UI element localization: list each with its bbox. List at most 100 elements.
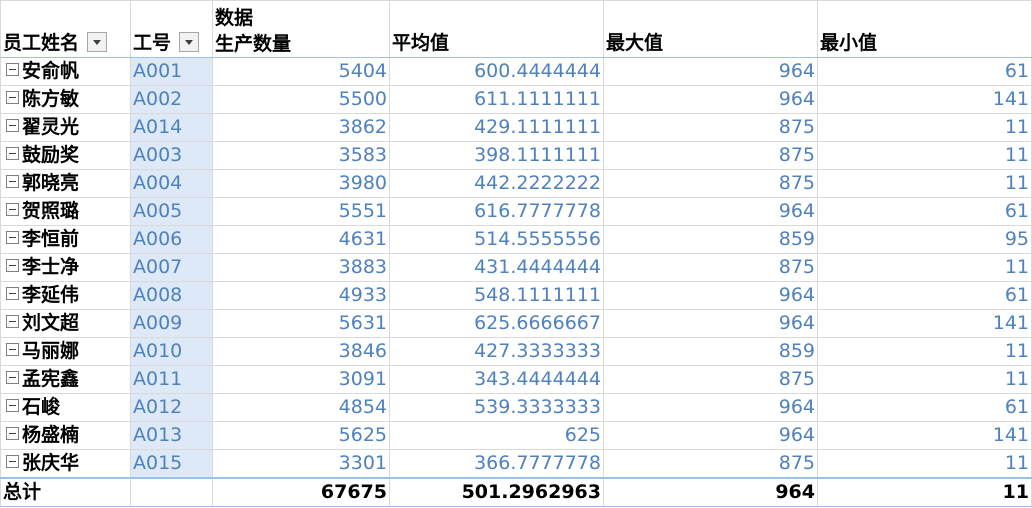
average-cell[interactable]: 625.6666667	[389, 309, 604, 338]
max-cell[interactable]: 875	[603, 449, 818, 479]
collapse-minus-icon[interactable]	[6, 399, 19, 412]
max-cell[interactable]: 964	[603, 197, 818, 226]
grand-total-label[interactable]: 总计	[0, 477, 131, 507]
employee-name-cell[interactable]: 李延伟	[0, 281, 131, 310]
employee-id-cell[interactable]: A007	[130, 253, 213, 282]
collapse-minus-icon[interactable]	[6, 147, 19, 160]
production-qty-cell[interactable]: 5631	[212, 309, 390, 338]
employee-id-cell[interactable]: A011	[130, 365, 213, 394]
min-cell[interactable]: 141	[817, 309, 1032, 338]
employee-id-cell[interactable]: A003	[130, 141, 213, 170]
max-cell[interactable]: 964	[603, 85, 818, 114]
employee-id-cell[interactable]: A014	[130, 113, 213, 142]
production-qty-cell[interactable]: 3301	[212, 449, 390, 479]
max-cell[interactable]: 964	[603, 281, 818, 310]
collapse-minus-icon[interactable]	[6, 371, 19, 384]
employee-name-cell[interactable]: 李恒前	[0, 225, 131, 254]
average-cell[interactable]: 616.7777778	[389, 197, 604, 226]
collapse-minus-icon[interactable]	[6, 315, 19, 328]
production-qty-cell[interactable]: 5500	[212, 85, 390, 114]
production-qty-cell[interactable]: 4854	[212, 393, 390, 422]
employee-id-cell[interactable]: A013	[130, 421, 213, 450]
production-qty-cell[interactable]: 4631	[212, 225, 390, 254]
employee-name-cell[interactable]: 李士净	[0, 253, 131, 282]
average-cell[interactable]: 427.3333333	[389, 337, 604, 366]
min-cell[interactable]: 11	[817, 253, 1032, 282]
min-cell[interactable]: 61	[817, 281, 1032, 310]
production-qty-cell[interactable]: 3862	[212, 113, 390, 142]
max-cell[interactable]: 964	[603, 421, 818, 450]
employee-id-cell[interactable]: A001	[130, 57, 213, 86]
header-production-qty[interactable]: 数据 生产数量	[212, 0, 390, 58]
collapse-minus-icon[interactable]	[6, 203, 19, 216]
header-employee-name[interactable]: 员工姓名	[0, 0, 131, 58]
max-cell[interactable]: 875	[603, 141, 818, 170]
production-qty-cell[interactable]: 4933	[212, 281, 390, 310]
header-average[interactable]: 平均值	[389, 0, 604, 58]
collapse-minus-icon[interactable]	[6, 343, 19, 356]
production-qty-cell[interactable]: 3980	[212, 169, 390, 198]
grand-total-min[interactable]: 11	[817, 477, 1032, 507]
employee-id-cell[interactable]: A002	[130, 85, 213, 114]
average-cell[interactable]: 600.4444444	[389, 57, 604, 86]
min-cell[interactable]: 11	[817, 141, 1032, 170]
min-cell[interactable]: 141	[817, 421, 1032, 450]
average-cell[interactable]: 548.1111111	[389, 281, 604, 310]
employee-name-cell[interactable]: 陈方敏	[0, 85, 131, 114]
employee-id-cell[interactable]: A009	[130, 309, 213, 338]
min-cell[interactable]: 61	[817, 393, 1032, 422]
min-cell[interactable]: 61	[817, 197, 1032, 226]
max-cell[interactable]: 875	[603, 113, 818, 142]
collapse-minus-icon[interactable]	[6, 119, 19, 132]
employee-id-cell[interactable]: A005	[130, 197, 213, 226]
grand-total-average[interactable]: 501.2962963	[389, 477, 604, 507]
production-qty-cell[interactable]: 3846	[212, 337, 390, 366]
collapse-minus-icon[interactable]	[6, 259, 19, 272]
employee-name-cell[interactable]: 郭晓亮	[0, 169, 131, 198]
average-cell[interactable]: 398.1111111	[389, 141, 604, 170]
employee-id-cell[interactable]: A010	[130, 337, 213, 366]
average-cell[interactable]: 539.3333333	[389, 393, 604, 422]
average-cell[interactable]: 429.1111111	[389, 113, 604, 142]
employee-name-cell[interactable]: 石峻	[0, 393, 131, 422]
average-cell[interactable]: 514.5555556	[389, 225, 604, 254]
collapse-minus-icon[interactable]	[6, 287, 19, 300]
average-cell[interactable]: 625	[389, 421, 604, 450]
employee-name-cell[interactable]: 刘文超	[0, 309, 131, 338]
employee-name-cell[interactable]: 翟灵光	[0, 113, 131, 142]
max-cell[interactable]: 859	[603, 225, 818, 254]
grand-total-qty[interactable]: 67675	[212, 477, 390, 507]
collapse-minus-icon[interactable]	[6, 231, 19, 244]
average-cell[interactable]: 431.4444444	[389, 253, 604, 282]
production-qty-cell[interactable]: 5404	[212, 57, 390, 86]
production-qty-cell[interactable]: 5625	[212, 421, 390, 450]
header-max[interactable]: 最大值	[603, 0, 818, 58]
production-qty-cell[interactable]: 3091	[212, 365, 390, 394]
production-qty-cell[interactable]: 5551	[212, 197, 390, 226]
max-cell[interactable]: 964	[603, 309, 818, 338]
employee-id-cell[interactable]: A015	[130, 449, 213, 479]
min-cell[interactable]: 141	[817, 85, 1032, 114]
employee-name-cell[interactable]: 张庆华	[0, 449, 131, 479]
header-employee-id[interactable]: 工号	[130, 0, 213, 58]
max-cell[interactable]: 875	[603, 169, 818, 198]
collapse-minus-icon[interactable]	[6, 63, 19, 76]
max-cell[interactable]: 875	[603, 365, 818, 394]
production-qty-cell[interactable]: 3883	[212, 253, 390, 282]
collapse-minus-icon[interactable]	[6, 175, 19, 188]
employee-id-cell[interactable]: A006	[130, 225, 213, 254]
collapse-minus-icon[interactable]	[6, 455, 19, 468]
employee-name-cell[interactable]: 鼓励奖	[0, 141, 131, 170]
average-cell[interactable]: 343.4444444	[389, 365, 604, 394]
min-cell[interactable]: 95	[817, 225, 1032, 254]
collapse-minus-icon[interactable]	[6, 427, 19, 440]
employee-name-cell[interactable]: 安俞帆	[0, 57, 131, 86]
employee-id-cell[interactable]: A008	[130, 281, 213, 310]
employee-name-cell[interactable]: 马丽娜	[0, 337, 131, 366]
header-min[interactable]: 最小值	[817, 0, 1032, 58]
min-cell[interactable]: 11	[817, 113, 1032, 142]
average-cell[interactable]: 366.7777778	[389, 449, 604, 479]
min-cell[interactable]: 11	[817, 169, 1032, 198]
grand-total-max[interactable]: 964	[603, 477, 818, 507]
max-cell[interactable]: 859	[603, 337, 818, 366]
